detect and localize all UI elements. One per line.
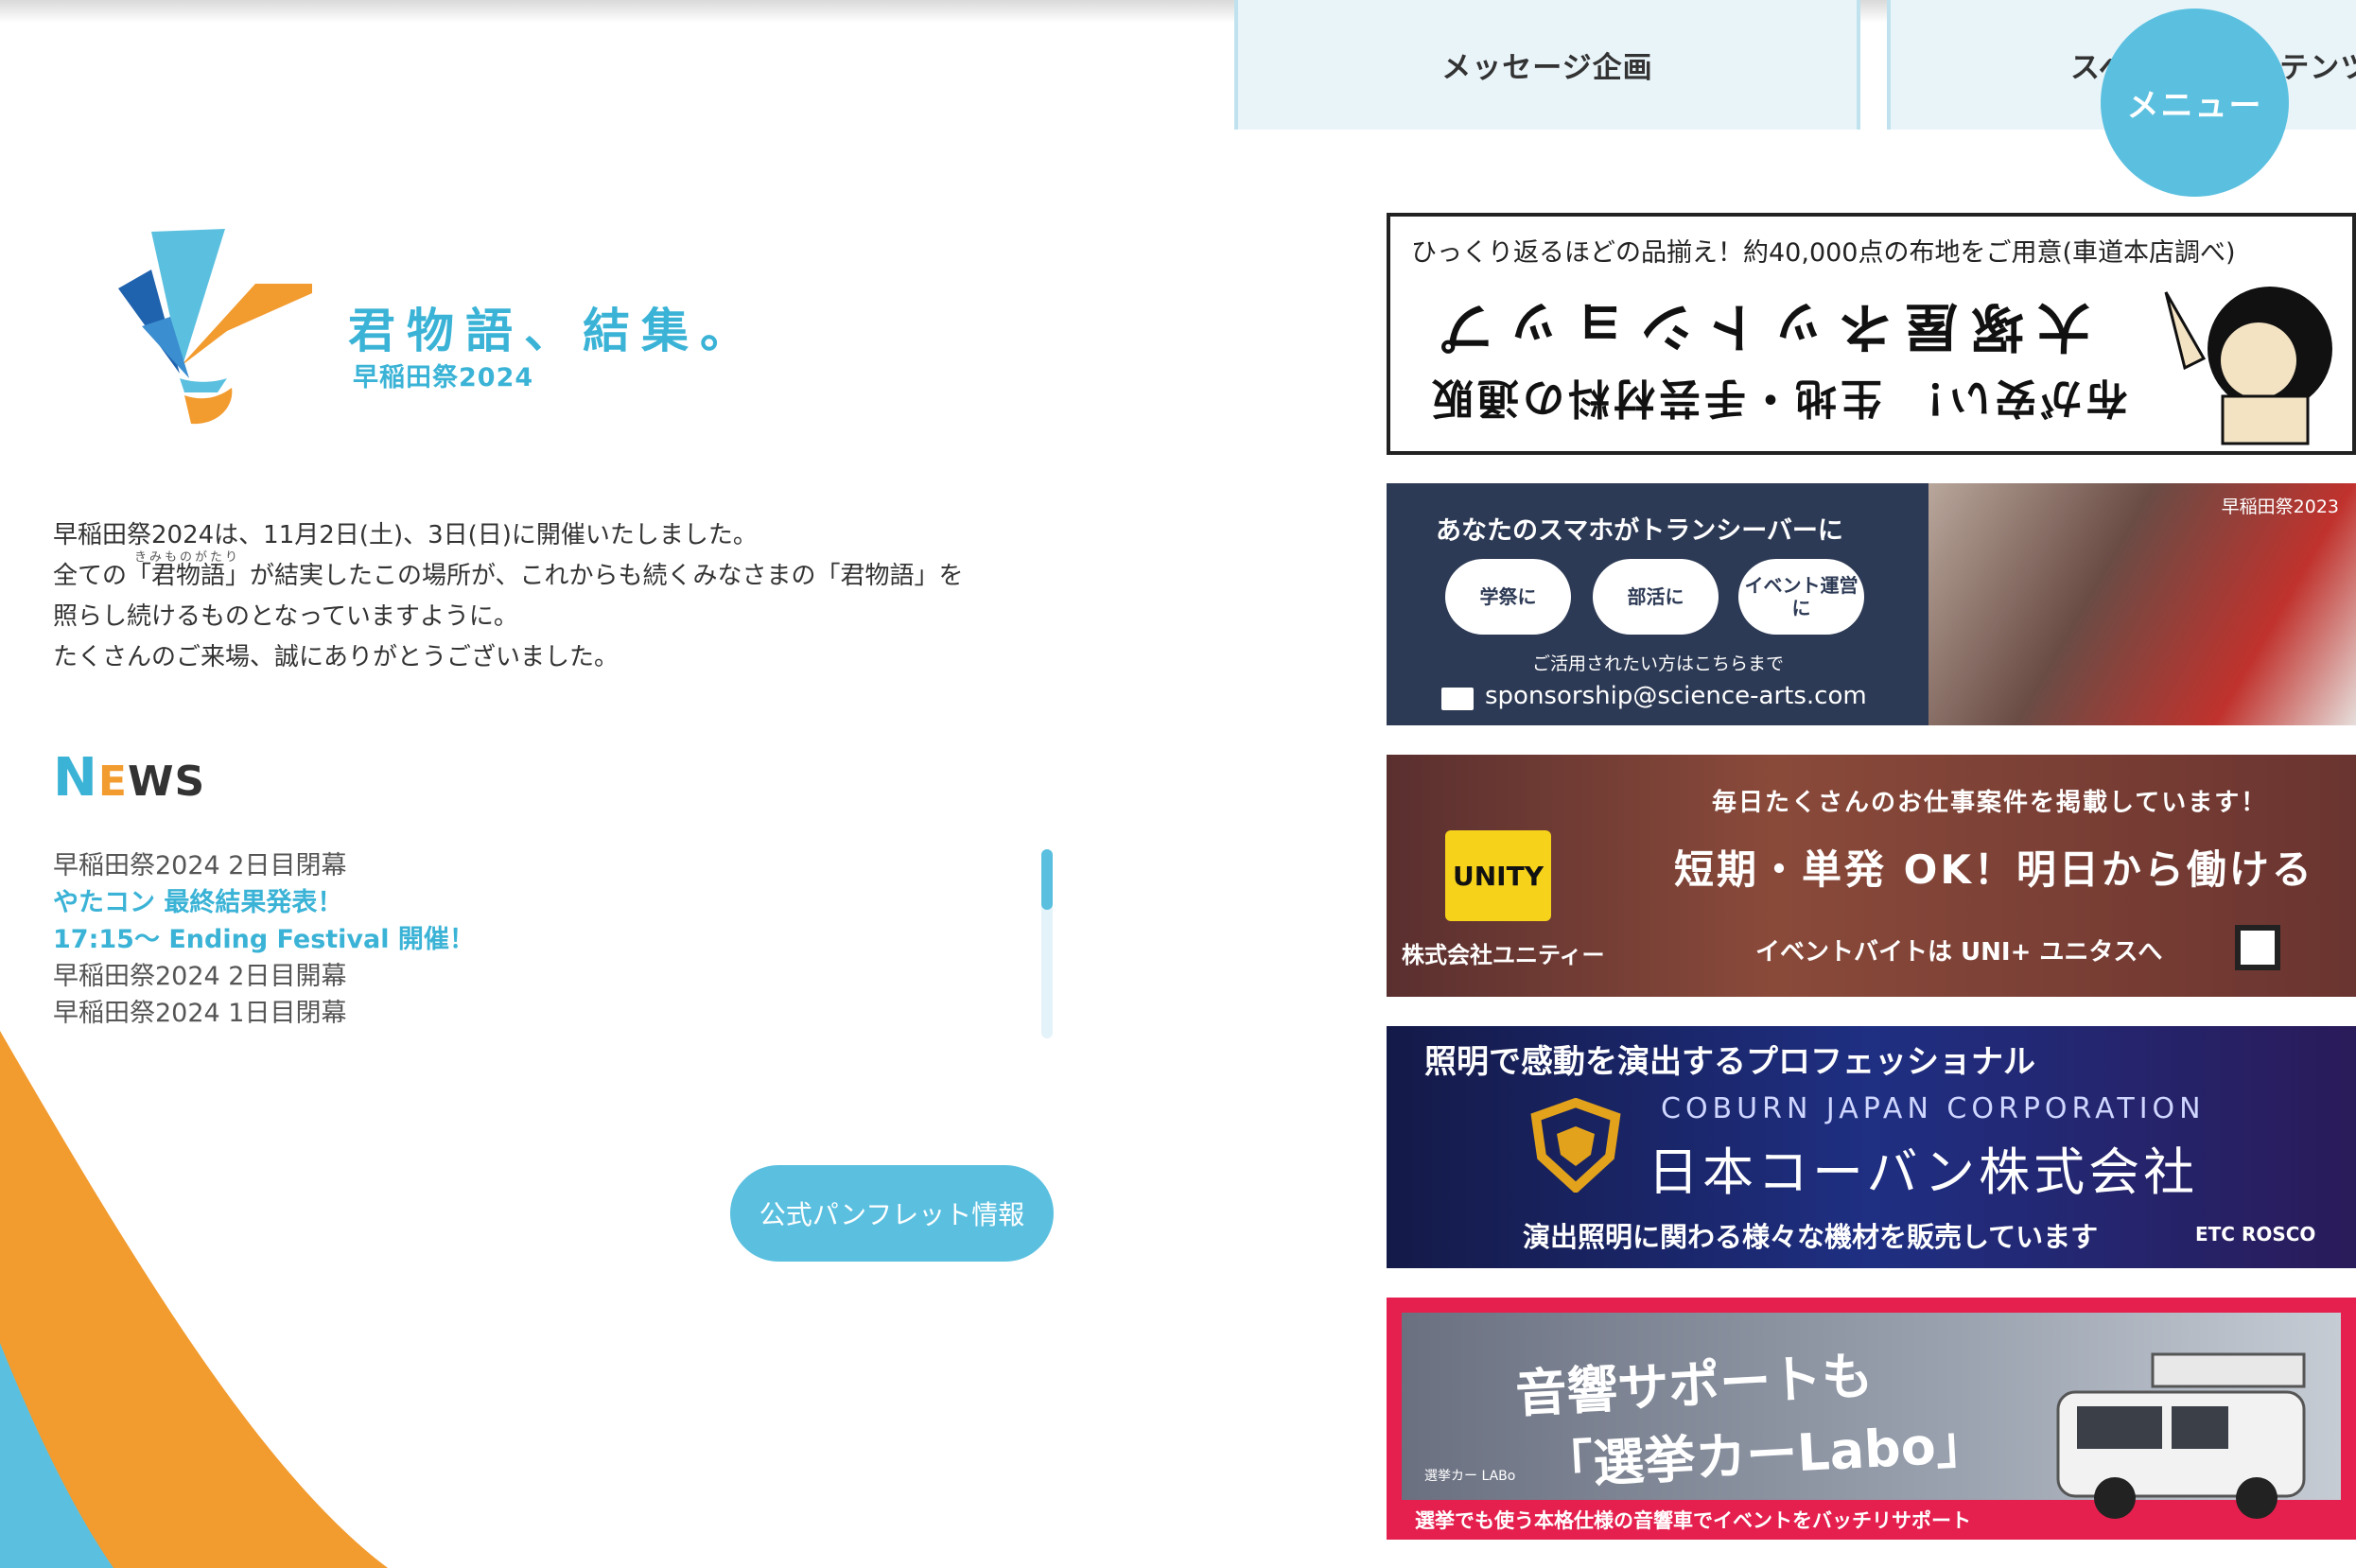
banner-transceiver-tag: 早稲田祭2023: [2221, 497, 2339, 517]
coburn-shield-icon: [1530, 1098, 1621, 1193]
banner-transceiver[interactable]: あなたのスマホがトランシーバーに 学祭に 部活に イベント運営に ご活用されたい…: [1387, 483, 2356, 725]
news-item[interactable]: やたコン 最終結果発表！: [53, 884, 1056, 921]
ruby-annotation: きみものがたり: [134, 550, 241, 565]
banner-coburn-line2: COBURN JAPAN CORPORATION: [1661, 1092, 2206, 1125]
news-heading-rest: WS: [127, 758, 206, 806]
banner-senkyo-car-footer: 選挙でも使う本格仕様の音響車でイベントをバッチリサポート: [1415, 1509, 1971, 1532]
banner-coburn-brand: ETC ROSCO: [2195, 1223, 2316, 1246]
character-illustration: [2164, 287, 2332, 445]
banner-otsukaya-line2: 大塚屋ネットショップ: [1428, 295, 2090, 357]
news-item[interactable]: 早稲田祭2024 2日目閉幕: [53, 847, 1056, 884]
banner-unity-line3: イベントバイトは UNI+ ユニタスへ: [1755, 938, 2163, 967]
banner-pill: 部活に: [1593, 559, 1719, 635]
banner-unity-company: 株式会社ユニティー: [1402, 942, 1605, 968]
banner-transceiver-contact: ご活用されたい方はこちらまで: [1532, 653, 1785, 674]
pamphlet-info-button[interactable]: 公式パンフレット情報: [730, 1165, 1054, 1262]
banner-senkyo-car[interactable]: 音響サポートも 「選挙カーLabo」 選挙カー LABo 選挙でも使う本格仕様の…: [1387, 1298, 2356, 1540]
news-heading-e: E: [97, 758, 128, 806]
news-heading: NEWS: [53, 747, 205, 809]
banner-pill: 学祭に: [1445, 559, 1571, 635]
news-scrollbar-thumb[interactable]: [1041, 849, 1053, 910]
news-item[interactable]: 早稲田祭2024 2日目開幕: [53, 958, 1056, 995]
logo-subtitle: 早稲田祭2024: [353, 363, 534, 392]
news-list[interactable]: 早稲田祭2024 2日目閉幕 やたコン 最終結果発表！ 17:15〜 Endin…: [53, 847, 1056, 1041]
news-fade: [53, 1020, 1056, 1041]
festival-logo-mark: [118, 229, 312, 425]
banner-transceiver-email: sponsorship@science-arts.com: [1485, 682, 1867, 710]
banner-otsukaya[interactable]: ひっくり返るほどの品揃え！約40,000点の布地をご用意(車道本店調べ) 大塚屋…: [1387, 213, 2356, 455]
news-heading-n: N: [53, 747, 98, 809]
mail-icon: [1441, 688, 1474, 710]
banner-unity-line2: 短期・単発 OK！明日から働ける: [1674, 846, 2314, 893]
banner-otsukaya-line1: ひっくり返るほどの品揃え！約40,000点の布地をご用意(車道本店調べ): [1411, 238, 2236, 268]
unity-logo: UNITY: [1445, 830, 1551, 921]
decorative-arcs: [0, 1031, 388, 1568]
banner-coburn-line4: 演出照明に関わる様々な機材を販売しています: [1523, 1221, 2099, 1253]
banner-coburn-line3: 日本コーバン株式会社: [1648, 1142, 2199, 1202]
logo-title: 君物語、結集。: [348, 304, 759, 358]
qr-code-icon: [2235, 925, 2280, 970]
menu-button[interactable]: メニュー: [2101, 9, 2289, 197]
banner-unity-line1: 毎日たくさんのお仕事案件を掲載しています！: [1712, 789, 2268, 817]
banner-transceiver-headline: あなたのスマホがトランシーバーに: [1436, 516, 1843, 546]
news-item[interactable]: 17:15〜 Ending Festival 開催！: [53, 921, 1056, 958]
banner-senkyo-car-logo: 選挙カー LABo: [1424, 1469, 1516, 1484]
banner-transceiver-photo: [1928, 483, 2356, 725]
intro-line-3: 照らし続けるものとなっていますように。: [53, 602, 518, 631]
van-illustration: [2056, 1352, 2306, 1519]
intro-text: 早稲田祭2024は、11月2日(土)、3日(日)に開催いたしました。 全ての「君…: [53, 515, 1056, 678]
tab-message-project[interactable]: メッセージ企画: [1234, 0, 1860, 130]
banner-coburn-line1: 照明で感動を演出するプロフェッショナル: [1424, 1043, 2035, 1081]
banner-otsukaya-line3: 布が安い！ 生地・手芸材料の通販: [1428, 374, 2128, 422]
banner-pill: イベント運営に: [1738, 559, 1864, 635]
banner-unity[interactable]: 毎日たくさんのお仕事案件を掲載しています！ 短期・単発 OK！明日から働ける U…: [1387, 755, 2356, 997]
intro-line-4: たくさんのご来場、誠にありがとうございました。: [53, 643, 620, 671]
banner-coburn[interactable]: 照明で感動を演出するプロフェッショナル COBURN JAPAN CORPORA…: [1387, 1026, 2356, 1268]
